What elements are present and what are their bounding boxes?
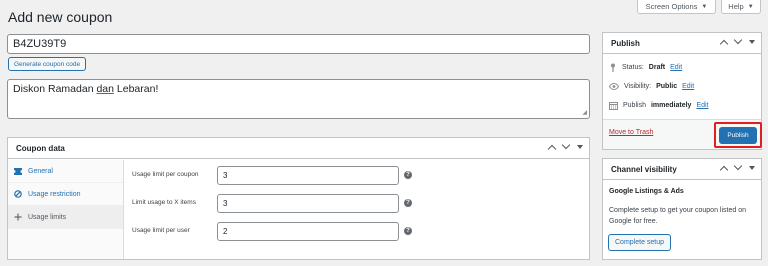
visibility-row: Visibility: Public Edit [609,79,709,94]
eye-icon [609,83,619,90]
move-up-icon[interactable] [547,144,557,154]
block-icon [14,190,22,198]
page-title: Add new coupon [8,9,113,25]
complete-setup-button[interactable]: Complete setup [608,234,672,251]
description-text-3: Lebaran! [114,83,159,95]
schedule-value: immediately [650,102,692,109]
tab-usage-limits-label: Usage limits [28,213,67,221]
plus-icon [14,213,22,221]
move-down-icon[interactable] [733,35,743,45]
schedule-row: Publish immediately Edit [609,98,709,113]
limit-usage-to-x-items-label: Limit usage to X items [132,199,196,206]
help-icon[interactable]: ? [404,171,412,179]
edit-status-link[interactable]: Edit [670,64,682,71]
visibility-label: Visibility: [624,83,652,90]
publish-button-highlight: Publish [714,122,762,148]
usage-limit-per-user-label: Usage limit per user [132,227,190,234]
screen-options-button[interactable]: Screen Options ▼ [637,0,716,14]
edit-visibility-link[interactable]: Edit [682,83,694,90]
help-button[interactable]: Help ▼ [721,0,761,14]
move-up-icon[interactable] [719,39,729,49]
status-row: Status: Draft Edit [609,60,709,75]
tab-general-label: General [28,167,53,175]
coupon-data-panel: Coupon data General Usage restriction Us… [7,137,590,260]
coupon-description-field[interactable]: Diskon Ramadan dan Lebaran! ◢ [7,79,590,119]
move-down-icon[interactable] [733,161,743,171]
publish-actions: Move to Trash Publish [603,119,762,149]
usage-limit-per-user-input[interactable]: 2 [217,222,399,241]
coupon-data-title: Coupon data [16,143,65,153]
publish-title: Publish [611,38,640,48]
description-text-2: dan [96,83,114,95]
ticket-icon [14,167,22,175]
edit-schedule-link[interactable]: Edit [696,102,708,109]
description-text-1: Diskon Ramadan [13,83,97,95]
generate-coupon-code-button[interactable]: Generate coupon code [8,57,87,71]
publish-button[interactable]: Publish [719,127,757,144]
status-value: Draft [648,64,666,71]
schedule-label: Publish [623,102,646,109]
usage-limit-per-coupon-input[interactable]: 3 [217,166,399,185]
toggle-panel-icon[interactable] [749,40,755,44]
tab-usage-restriction[interactable]: Usage restriction [8,183,123,206]
channel-subtitle: Google Listings & Ads [609,188,684,195]
usage-limit-per-coupon-label: Usage limit per coupon [132,171,199,178]
publish-panel: Publish Status: Draft Edit Visibility: P… [602,32,762,150]
help-icon[interactable]: ? [404,227,412,235]
move-down-icon[interactable] [561,140,571,150]
publish-header: Publish [603,33,761,54]
screen-options-label: Screen Options [645,2,698,11]
status-label: Status: [622,64,644,71]
resize-handle-icon[interactable]: ◢ [582,109,587,116]
channel-visibility-header: Channel visibility [603,159,761,180]
channel-visibility-title: Channel visibility [611,164,677,174]
limit-usage-to-x-items-input[interactable]: 3 [217,194,399,213]
channel-description: Complete setup to get your coupon listed… [609,207,746,225]
coupon-data-tabs: General Usage restriction Usage limits [8,160,124,259]
coupon-data-header: Coupon data [8,138,589,159]
help-icon[interactable]: ? [404,199,412,207]
toggle-panel-icon[interactable] [749,166,755,170]
help-label: Help [728,2,744,11]
caret-down-icon: ▼ [701,3,708,10]
tab-general[interactable]: General [8,160,123,183]
toggle-panel-icon[interactable] [577,145,583,149]
coupon-code-input[interactable]: B4ZU39T9 [7,34,590,54]
move-to-trash-link[interactable]: Move to Trash [609,129,653,136]
caret-down-icon: ▼ [747,3,754,10]
channel-visibility-panel: Channel visibility Google Listings & Ads… [602,158,762,260]
move-up-icon[interactable] [719,165,729,175]
visibility-value: Public [656,83,678,90]
calendar-icon [609,102,618,110]
pin-icon [611,63,615,72]
tab-usage-limits[interactable]: Usage limits [8,206,123,229]
tab-usage-restriction-label: Usage restriction [28,190,81,198]
